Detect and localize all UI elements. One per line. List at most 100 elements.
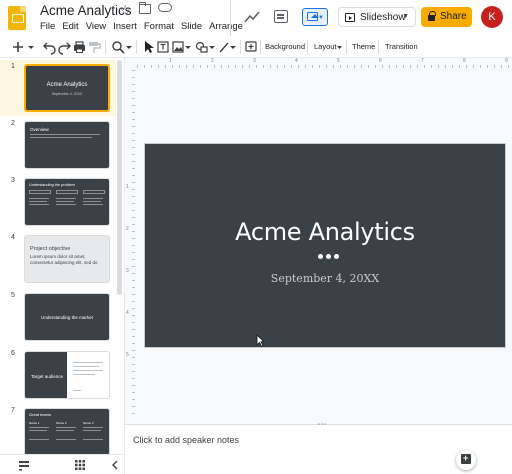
mouse-pointer-icon <box>256 334 266 348</box>
chevron-down-icon[interactable]: ▼ <box>402 13 409 20</box>
cloud-status-icon[interactable] <box>158 3 172 12</box>
slide-thumbnail[interactable]: Overview <box>24 121 110 169</box>
menu-slide[interactable]: Slide <box>181 21 202 32</box>
toolbar-divider <box>260 40 261 54</box>
activity-trend-icon[interactable] <box>244 10 260 24</box>
speaker-notes-placeholder[interactable]: Click to add speaker notes <box>133 435 239 445</box>
thumb-text-line <box>73 362 103 363</box>
document-title[interactable]: Acme Analytics <box>40 3 132 18</box>
ruler-label: 8 <box>463 58 466 64</box>
filmstrip-slide-4[interactable]: 4 Project objective Lorem ipsum dolor si… <box>0 231 116 287</box>
app-header: Acme Analytics ☆ File Edit View Insert F… <box>0 0 512 36</box>
undo-icon[interactable] <box>43 39 56 55</box>
filmstrip-slide-5[interactable]: 5 Understanding the market <box>0 289 116 345</box>
filmstrip-slide-7[interactable]: 7 Great teams Name 1 Name 2 Name 3 <box>0 404 116 454</box>
ruler-label: 9 <box>505 58 508 64</box>
filmstrip-slide-3[interactable]: 3 Understanding the problem <box>0 174 116 230</box>
slide-thumbnail[interactable]: Understanding the market <box>24 293 110 341</box>
account-avatar[interactable]: K <box>481 6 503 28</box>
chevron-down-icon[interactable] <box>229 39 237 55</box>
shape-icon[interactable] <box>195 39 208 55</box>
slides-editor-window: Acme Analytics ☆ File Edit View Insert F… <box>0 0 512 474</box>
ruler-label: 5 <box>337 58 340 64</box>
filmstrip-slide-2[interactable]: 2 Overview <box>0 117 116 173</box>
slideshow-button[interactable]: Slideshow ▼ <box>338 7 416 27</box>
print-icon[interactable] <box>73 39 86 55</box>
toolbar-divider <box>136 40 137 54</box>
ruler-label: 5 <box>126 352 129 358</box>
paint-format-icon[interactable] <box>88 39 101 55</box>
slide-filmstrip[interactable]: 1 Acme Analytics September 4, 20XX 2 Ove… <box>0 58 124 454</box>
slide-title[interactable]: Acme Analytics <box>145 218 505 246</box>
transition-button[interactable]: Transition <box>385 42 418 51</box>
ruler-label: 4 <box>126 310 129 316</box>
zoom-icon[interactable] <box>111 39 125 55</box>
menu-insert[interactable]: Insert <box>113 21 137 32</box>
slides-logo-icon[interactable] <box>8 6 26 30</box>
menu-arrange[interactable]: Arrange <box>209 21 243 32</box>
image-icon[interactable] <box>172 39 184 55</box>
slide-thumbnail[interactable]: Acme Analytics September 4, 20XX <box>24 64 110 112</box>
grid-view-icon[interactable] <box>74 459 86 471</box>
thumb-text-line <box>83 198 103 199</box>
background-button[interactable]: Background <box>265 42 305 51</box>
ruler-label: 6 <box>379 58 382 64</box>
chevron-down-icon[interactable] <box>208 39 216 55</box>
chevron-down-icon[interactable] <box>125 39 133 55</box>
thumb-text-line <box>29 198 49 199</box>
filmstrip-slide-6[interactable]: 6 Target audience <box>0 347 116 403</box>
thumb-title: Acme Analytics <box>46 82 88 88</box>
slide-number: 1 <box>11 63 15 70</box>
horizontal-ruler[interactable] <box>137 60 512 68</box>
star-icon[interactable]: ☆ <box>119 2 132 19</box>
add-comment-icon[interactable] <box>245 39 257 55</box>
select-cursor-icon[interactable] <box>142 39 154 55</box>
text-box-icon[interactable] <box>157 39 169 55</box>
slide-thumbnail[interactable]: Project objective Lorem ipsum dolor sit … <box>24 235 110 283</box>
filmstrip-slide-1[interactable]: 1 Acme Analytics September 4, 20XX <box>0 60 116 116</box>
current-slide[interactable]: Acme Analytics September 4, 20XX <box>144 143 506 348</box>
explore-add-icon[interactable] <box>456 450 476 470</box>
redo-icon[interactable] <box>58 39 71 55</box>
comment-history-icon[interactable] <box>274 10 288 23</box>
new-slide-plus-icon[interactable] <box>11 39 25 55</box>
slide-subtitle-date[interactable]: September 4, 20XX <box>145 272 505 285</box>
menu-view[interactable]: View <box>86 21 106 32</box>
menu-format[interactable]: Format <box>144 21 174 32</box>
slideshow-play-icon <box>345 13 355 22</box>
chevron-down-icon[interactable] <box>27 39 35 55</box>
toolbar: Background Layout Theme Transition <box>0 36 512 58</box>
layout-button[interactable]: Layout <box>314 42 337 51</box>
thumb-text-line <box>56 430 74 431</box>
present-options-button[interactable]: ▼ <box>302 8 328 26</box>
thumb-title: Understanding the market <box>41 315 93 320</box>
slide-editor-canvas[interactable]: 1 2 3 4 5 6 7 8 9 1 2 3 4 5 Acme Analyti… <box>124 58 512 424</box>
ruler-label: 1 <box>126 184 129 190</box>
collapse-panel-icon[interactable] <box>110 459 120 471</box>
thumb-title: Target audience <box>31 374 64 379</box>
thumb-text-line <box>73 370 103 371</box>
theme-button[interactable]: Theme <box>352 42 375 51</box>
slide-thumbnail[interactable]: Target audience <box>24 351 110 399</box>
menu-file[interactable]: File <box>40 21 55 32</box>
header-divider <box>230 0 231 36</box>
resize-grip-icon[interactable] <box>317 422 327 426</box>
chevron-down-icon[interactable] <box>184 39 192 55</box>
thumb-text-line <box>29 201 47 202</box>
thumb-text-line <box>56 198 76 199</box>
thumb-text-line <box>83 430 101 431</box>
chevron-down-icon[interactable] <box>336 39 343 55</box>
slide-thumbnail[interactable]: Great teams Name 1 Name 2 Name 3 <box>24 408 110 454</box>
speaker-notes-panel[interactable]: Click to add speaker notes <box>124 422 512 474</box>
thumb-text-line <box>83 201 101 202</box>
menu-bar: File Edit View Insert Format Slide Arran… <box>40 21 250 32</box>
move-to-folder-icon[interactable] <box>139 2 151 14</box>
filmstrip-scrollbar[interactable] <box>117 60 122 295</box>
share-button[interactable]: Share <box>421 7 472 27</box>
thumb-text-line <box>56 204 76 205</box>
thumb-caption: Name 3 <box>83 421 94 425</box>
menu-edit[interactable]: Edit <box>62 21 78 32</box>
filmstrip-view-icon[interactable] <box>18 459 30 471</box>
vertical-ruler[interactable] <box>127 70 135 420</box>
slide-thumbnail[interactable]: Understanding the problem <box>24 178 110 226</box>
